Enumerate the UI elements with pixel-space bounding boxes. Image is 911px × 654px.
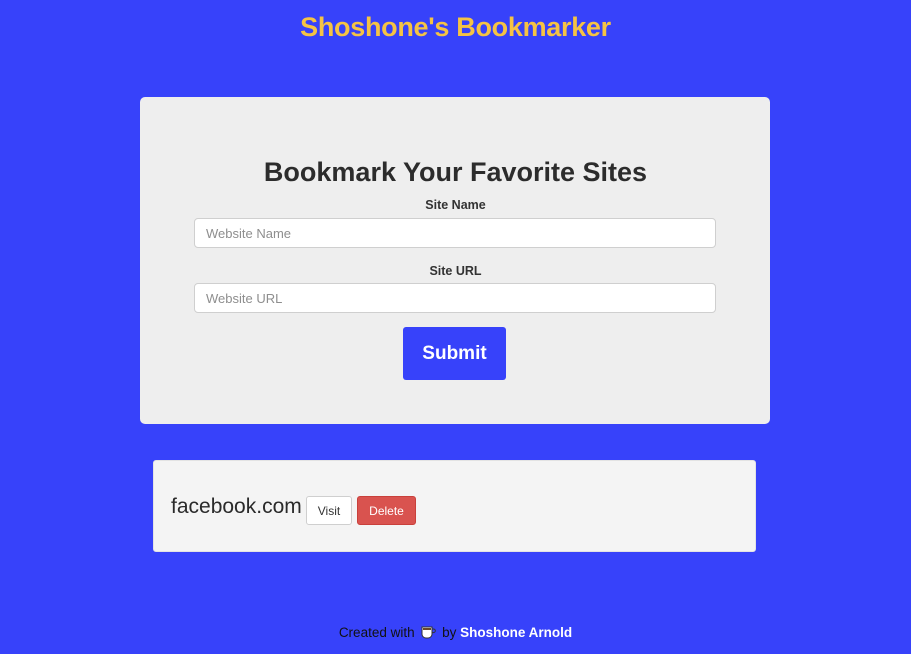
bookmark-name: facebook.com <box>171 495 302 518</box>
submit-button[interactable]: Submit <box>403 327 506 380</box>
site-name-label: Site Name <box>425 198 486 212</box>
site-url-input[interactable] <box>194 283 716 313</box>
site-url-label: Site URL <box>429 264 482 278</box>
form-heading: Bookmark Your Favorite Sites <box>263 157 648 187</box>
footer: Created with by Shoshone Arnold <box>0 624 911 643</box>
site-name-input[interactable] <box>194 218 716 248</box>
footer-prefix: Created with <box>338 625 415 640</box>
footer-by: by <box>442 625 457 640</box>
visit-button[interactable]: Visit <box>306 496 352 525</box>
delete-button[interactable]: Delete <box>357 496 416 525</box>
author-link[interactable]: Shoshone Arnold <box>460 625 572 640</box>
site-title: Shoshone's Bookmarker <box>300 12 611 42</box>
coffee-cup-icon <box>420 624 437 643</box>
